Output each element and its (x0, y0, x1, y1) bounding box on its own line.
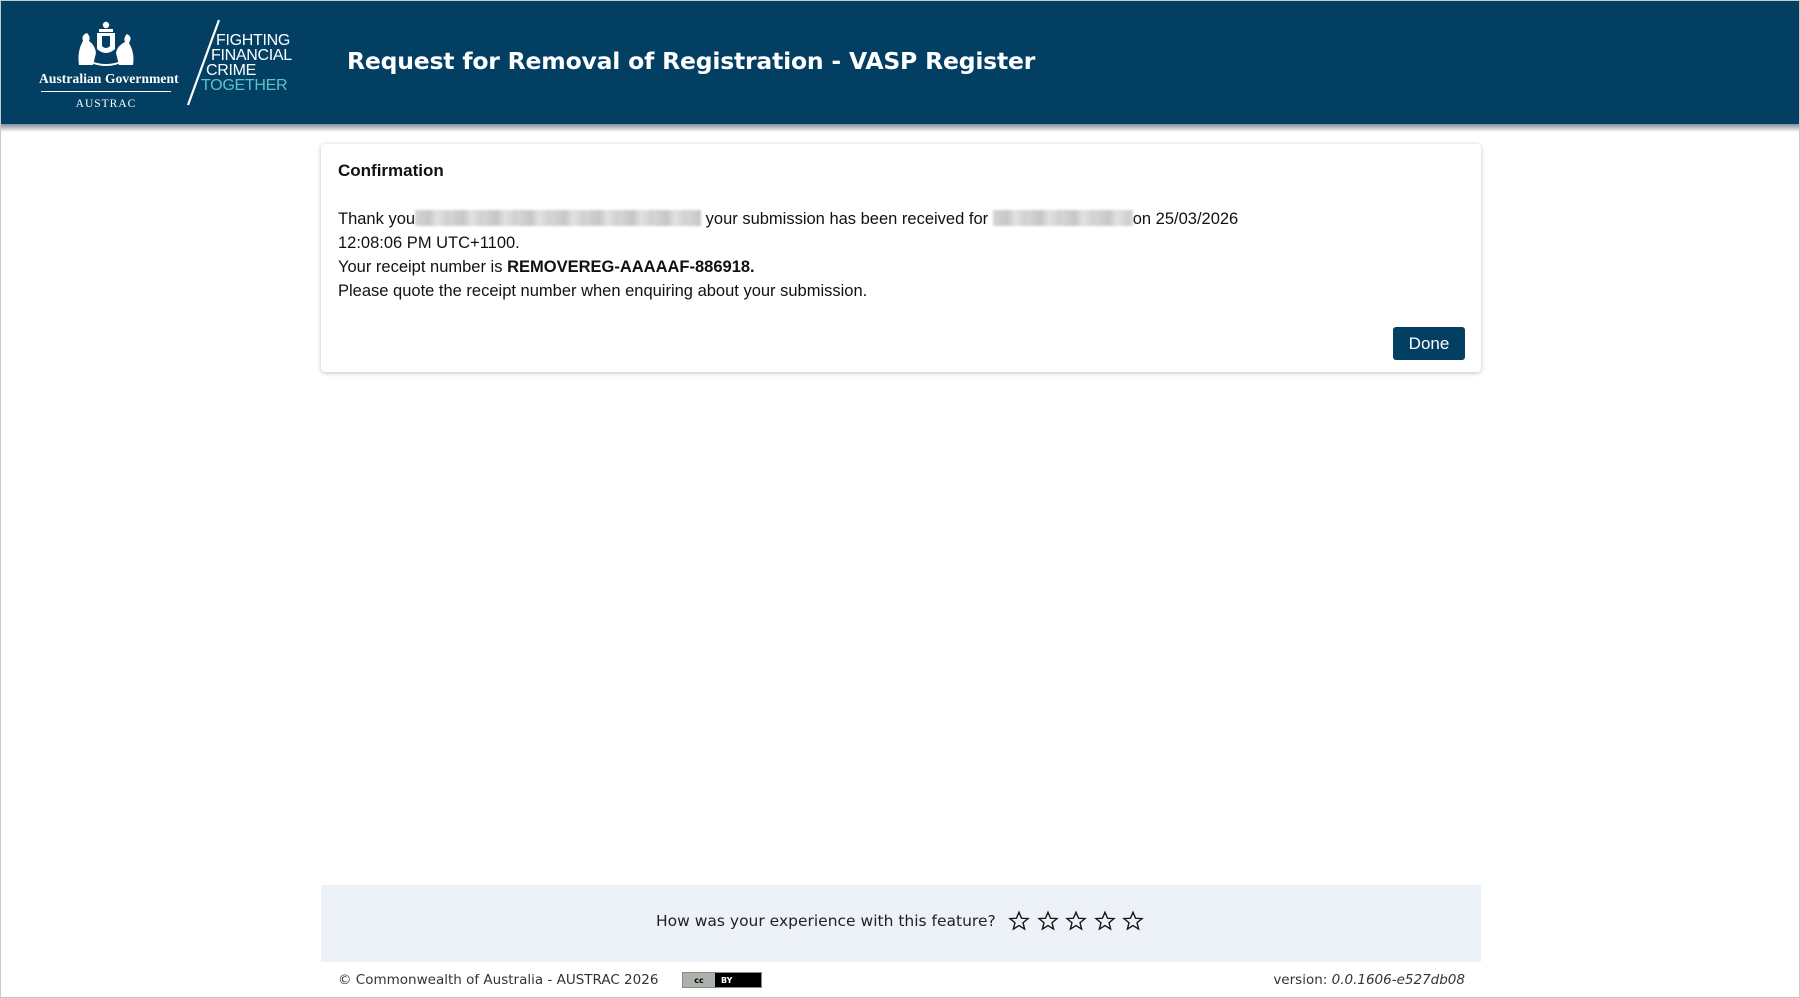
star-icon[interactable] (1122, 910, 1144, 932)
star-icon[interactable] (1036, 910, 1059, 932)
agency-name: AUSTRAC (75, 98, 137, 110)
cc-by-label: BY (721, 975, 733, 985)
quote-receipt-note: Please quote the receipt number when enq… (338, 282, 868, 300)
star-icon[interactable] (1065, 910, 1087, 932)
logo-line-4: TOGETHER (201, 77, 288, 94)
creative-commons-badge[interactable]: cc BY (682, 972, 762, 988)
page-title: Request for Removal of Registration - VA… (347, 47, 1036, 75)
confirmation-heading: Confirmation (338, 161, 444, 180)
received-text: your submission has been received for (705, 210, 989, 228)
gov-name: Australian Government (39, 71, 179, 86)
star-icon[interactable] (1093, 910, 1116, 932)
version-info: version: 0.0.1606-e527db08 (1273, 972, 1465, 988)
thank-you-text: Thank you (338, 210, 416, 228)
fighting-financial-crime-logo: FIGHTING FINANCIAL CRIME TOGETHER (185, 19, 301, 107)
header-shadow (1, 124, 1799, 132)
site-footer: © Commonwealth of Australia - AUSTRAC 20… (338, 972, 1465, 992)
australian-government-logo[interactable]: Australian Government AUSTRAC (39, 19, 179, 110)
redacted-entity-name (992, 210, 1133, 226)
receipt-prefix: Your receipt number is (338, 258, 503, 276)
coat-of-arms-icon (78, 21, 134, 66)
submission-time: 12:08:06 PM UTC+1100. (338, 234, 520, 252)
confirmation-message: Thank you your submission has been recei… (338, 207, 1448, 303)
receipt-line: Your receipt number is REMOVEREG-AAAAAF-… (338, 255, 1448, 279)
site-header: Australian Government AUSTRAC FIGHTING F… (1, 1, 1799, 124)
feedback-row: How was your experience with this featur… (321, 910, 1481, 932)
done-button[interactable]: Done (1393, 327, 1465, 360)
confirmation-card: Confirmation Thank you your submission h… (321, 144, 1481, 372)
version-number: 0.0.1606-e527db08 (1331, 972, 1465, 988)
feedback-question: How was your experience with this featur… (655, 912, 996, 930)
redacted-submitter-name (415, 210, 702, 226)
receipt-number: REMOVEREG-AAAAAF-886918. (507, 258, 755, 276)
star-icon[interactable] (1008, 910, 1030, 932)
logo-divider (41, 91, 171, 92)
copyright-text: © Commonwealth of Australia - AUSTRAC 20… (338, 972, 659, 988)
feedback-panel: How was your experience with this featur… (321, 885, 1481, 962)
version-label: version: (1273, 972, 1328, 988)
submission-date: on 25/03/2026 (1132, 210, 1239, 228)
cc-icon: cc (683, 973, 715, 987)
star-rating (1008, 910, 1146, 932)
app-window: Australian Government AUSTRAC FIGHTING F… (0, 0, 1800, 998)
submission-line: Thank you your submission has been recei… (338, 207, 1448, 231)
